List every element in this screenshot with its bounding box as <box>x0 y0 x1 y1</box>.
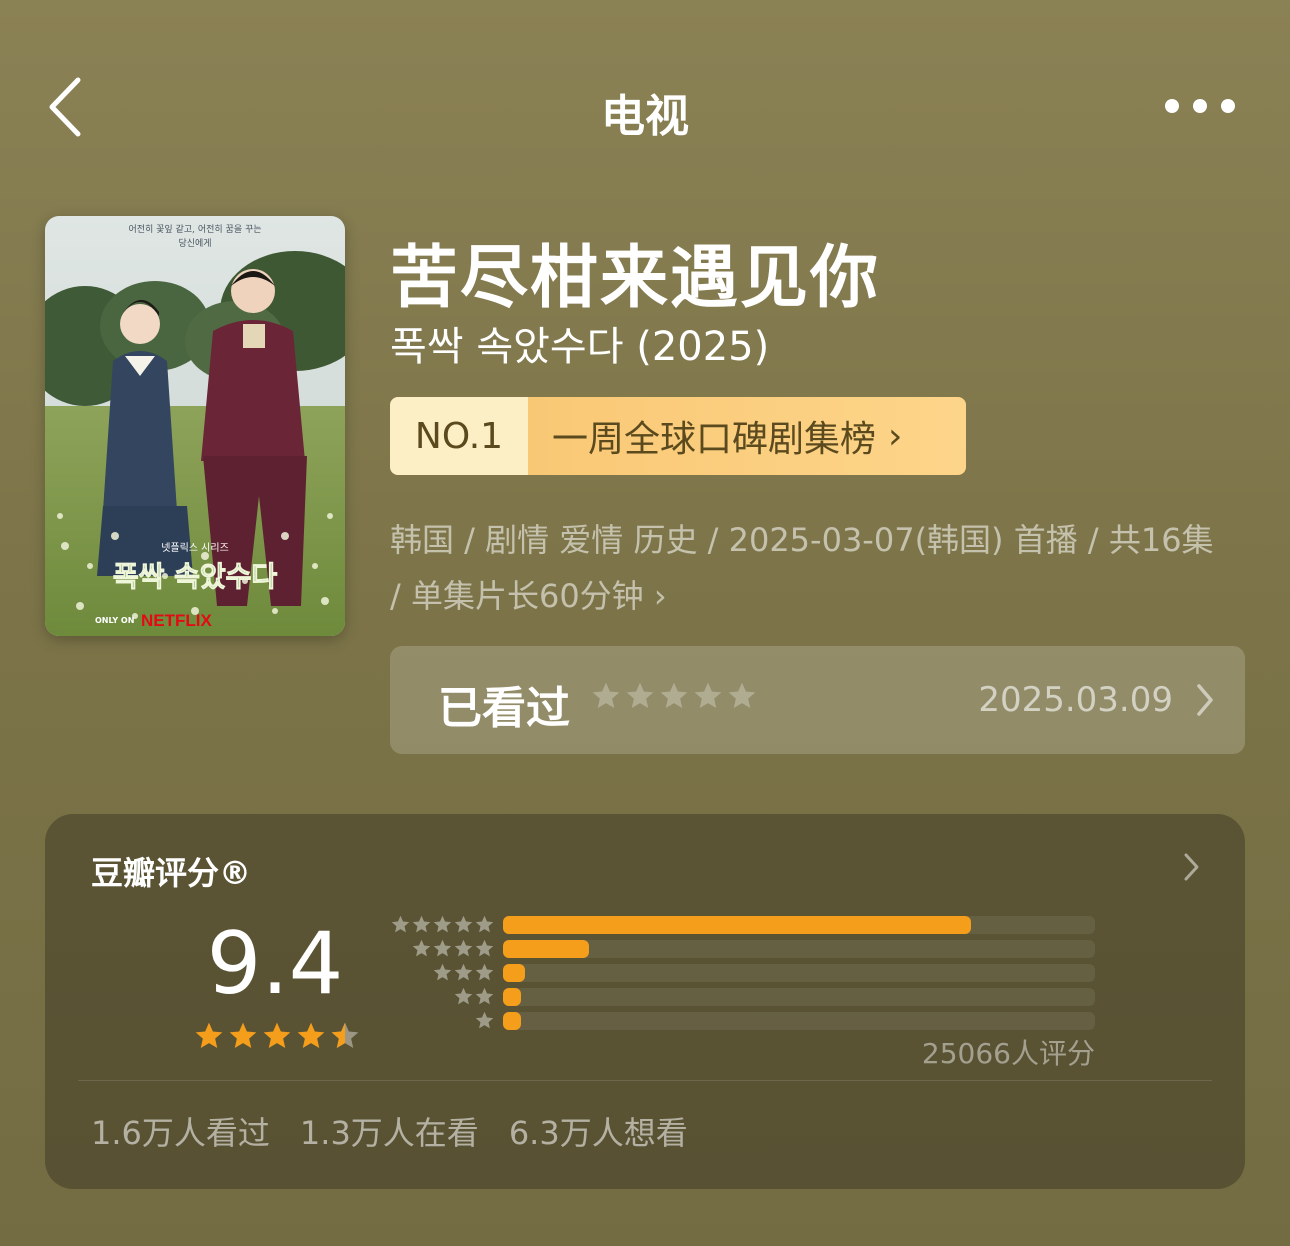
viewer-stats: 1.6万人看过 1.3万人在看 6.3万人想看 <box>91 1108 688 1154</box>
show-meta-info[interactable]: 韩国 / 剧情 爱情 历史 / 2025-03-07(韩国) 首播 / 共16集… <box>390 512 1220 624</box>
stat-watching[interactable]: 1.3万人在看 <box>300 1108 479 1154</box>
more-dot-icon <box>1221 99 1235 113</box>
rating-title: 豆瓣评分® <box>91 854 252 892</box>
distribution-stars <box>453 986 495 1007</box>
distribution-stars <box>474 1010 495 1031</box>
star-icon <box>475 987 494 1005</box>
star-icon <box>475 1011 494 1029</box>
distribution-bar-track <box>503 964 1095 982</box>
star-icon <box>412 915 431 933</box>
stat-watched[interactable]: 1.6万人看过 <box>91 1108 270 1154</box>
star-icon <box>475 915 494 933</box>
distribution-row <box>383 962 1103 982</box>
star-icon <box>263 1022 291 1048</box>
distribution-bar-fill <box>503 964 525 982</box>
star-icon <box>195 1022 223 1048</box>
star-icon <box>331 1022 359 1048</box>
distribution-bar-track <box>503 988 1095 1006</box>
distribution-bar-track <box>503 916 1095 934</box>
star-icon <box>454 987 473 1005</box>
star-icon <box>433 915 452 933</box>
chevron-right-icon: › <box>653 577 667 615</box>
star-icon <box>454 939 473 957</box>
star-icon <box>433 939 452 957</box>
rank-label-box: 一周全球口碑剧集榜 › <box>528 397 966 475</box>
distribution-bar-track <box>503 940 1095 958</box>
rating-score: 9.4 <box>206 914 344 1014</box>
distribution-row <box>383 1010 1103 1030</box>
netflix-logo: NETFLIX <box>141 611 212 630</box>
distribution-row <box>383 914 1103 934</box>
page-title: 电视 <box>601 91 689 142</box>
chevron-right-icon[interactable] <box>1183 852 1201 882</box>
star-icon <box>297 1022 325 1048</box>
watched-label: 已看过 <box>438 683 570 734</box>
distribution-stars <box>432 962 495 983</box>
star-icon <box>475 939 494 957</box>
poster-illustration: 어전히 꽃잎 같고, 어전히 꿈을 꾸는 당신에게 넷플릭스 시리즈 폭싹 속았… <box>45 216 345 636</box>
distribution-bar-fill <box>503 1012 521 1030</box>
more-dot-icon <box>1165 99 1179 113</box>
star-outline-icon <box>728 682 756 708</box>
star-outline-icon <box>694 682 722 708</box>
chevron-right-icon: › <box>888 415 903 457</box>
watched-status-button[interactable]: 已看过 2025.03.09 <box>390 646 1245 754</box>
star-icon <box>454 915 473 933</box>
distribution-stars <box>411 938 495 959</box>
douban-rating-card[interactable]: 豆瓣评分® 9.4 25066人评分 1.6万人看过 1.3万人在看 6.3万人… <box>45 814 1245 1189</box>
distribution-stars <box>390 914 495 935</box>
star-outline-icon <box>592 682 620 708</box>
rating-stars <box>193 1020 361 1052</box>
watched-date: 2025.03.09 <box>978 680 1173 720</box>
show-subtitle: 폭싹 속았수다 (2025) <box>390 324 770 370</box>
meta-text: 韩国 / 剧情 爱情 历史 / 2025-03-07(韩国) 首播 / 共16集… <box>390 521 1214 615</box>
rank-number: NO.1 <box>390 397 528 475</box>
distribution-bar-track <box>503 1012 1095 1030</box>
more-button[interactable] <box>1165 92 1235 120</box>
star-icon <box>454 963 473 981</box>
star-icon <box>475 963 494 981</box>
poster-only-on: ONLY ON <box>95 616 134 625</box>
star-outline-icon <box>626 682 654 708</box>
star-icon <box>433 963 452 981</box>
poster-image[interactable]: 어전히 꽃잎 같고, 어전히 꿈을 꾸는 당신에게 넷플릭스 시리즈 폭싹 속았… <box>45 216 345 636</box>
distribution-bar-fill <box>503 988 521 1006</box>
user-rating-stars[interactable] <box>590 680 758 712</box>
distribution-row <box>383 938 1103 958</box>
chevron-right-icon <box>1197 684 1213 716</box>
star-icon <box>412 939 431 957</box>
poster-caption: 어전히 꽃잎 같고, 어전히 꿈을 꾸는 <box>128 223 261 235</box>
stat-want[interactable]: 6.3万人想看 <box>509 1108 688 1154</box>
rating-count: 25066人评分 <box>921 1037 1095 1070</box>
navigation-bar: 电视 <box>0 0 1290 210</box>
ranking-badge[interactable]: NO.1 一周全球口碑剧集榜 › <box>390 397 966 475</box>
distribution-row <box>383 986 1103 1006</box>
distribution-bar-fill <box>503 940 590 958</box>
rank-label: 一周全球口碑剧集榜 <box>552 419 877 460</box>
distribution-bar-fill <box>503 916 971 934</box>
star-icon <box>391 915 410 933</box>
more-dot-icon <box>1193 99 1207 113</box>
poster-series-label: 넷플릭스 시리즈 <box>161 542 229 554</box>
show-title: 苦尽柑来遇见你 <box>390 239 881 318</box>
star-icon <box>229 1022 257 1048</box>
divider <box>78 1080 1212 1081</box>
poster-korean-title: 폭싹 속았수다 <box>113 560 278 593</box>
poster-caption-2: 당신에게 <box>178 238 211 249</box>
star-outline-icon <box>660 682 688 708</box>
